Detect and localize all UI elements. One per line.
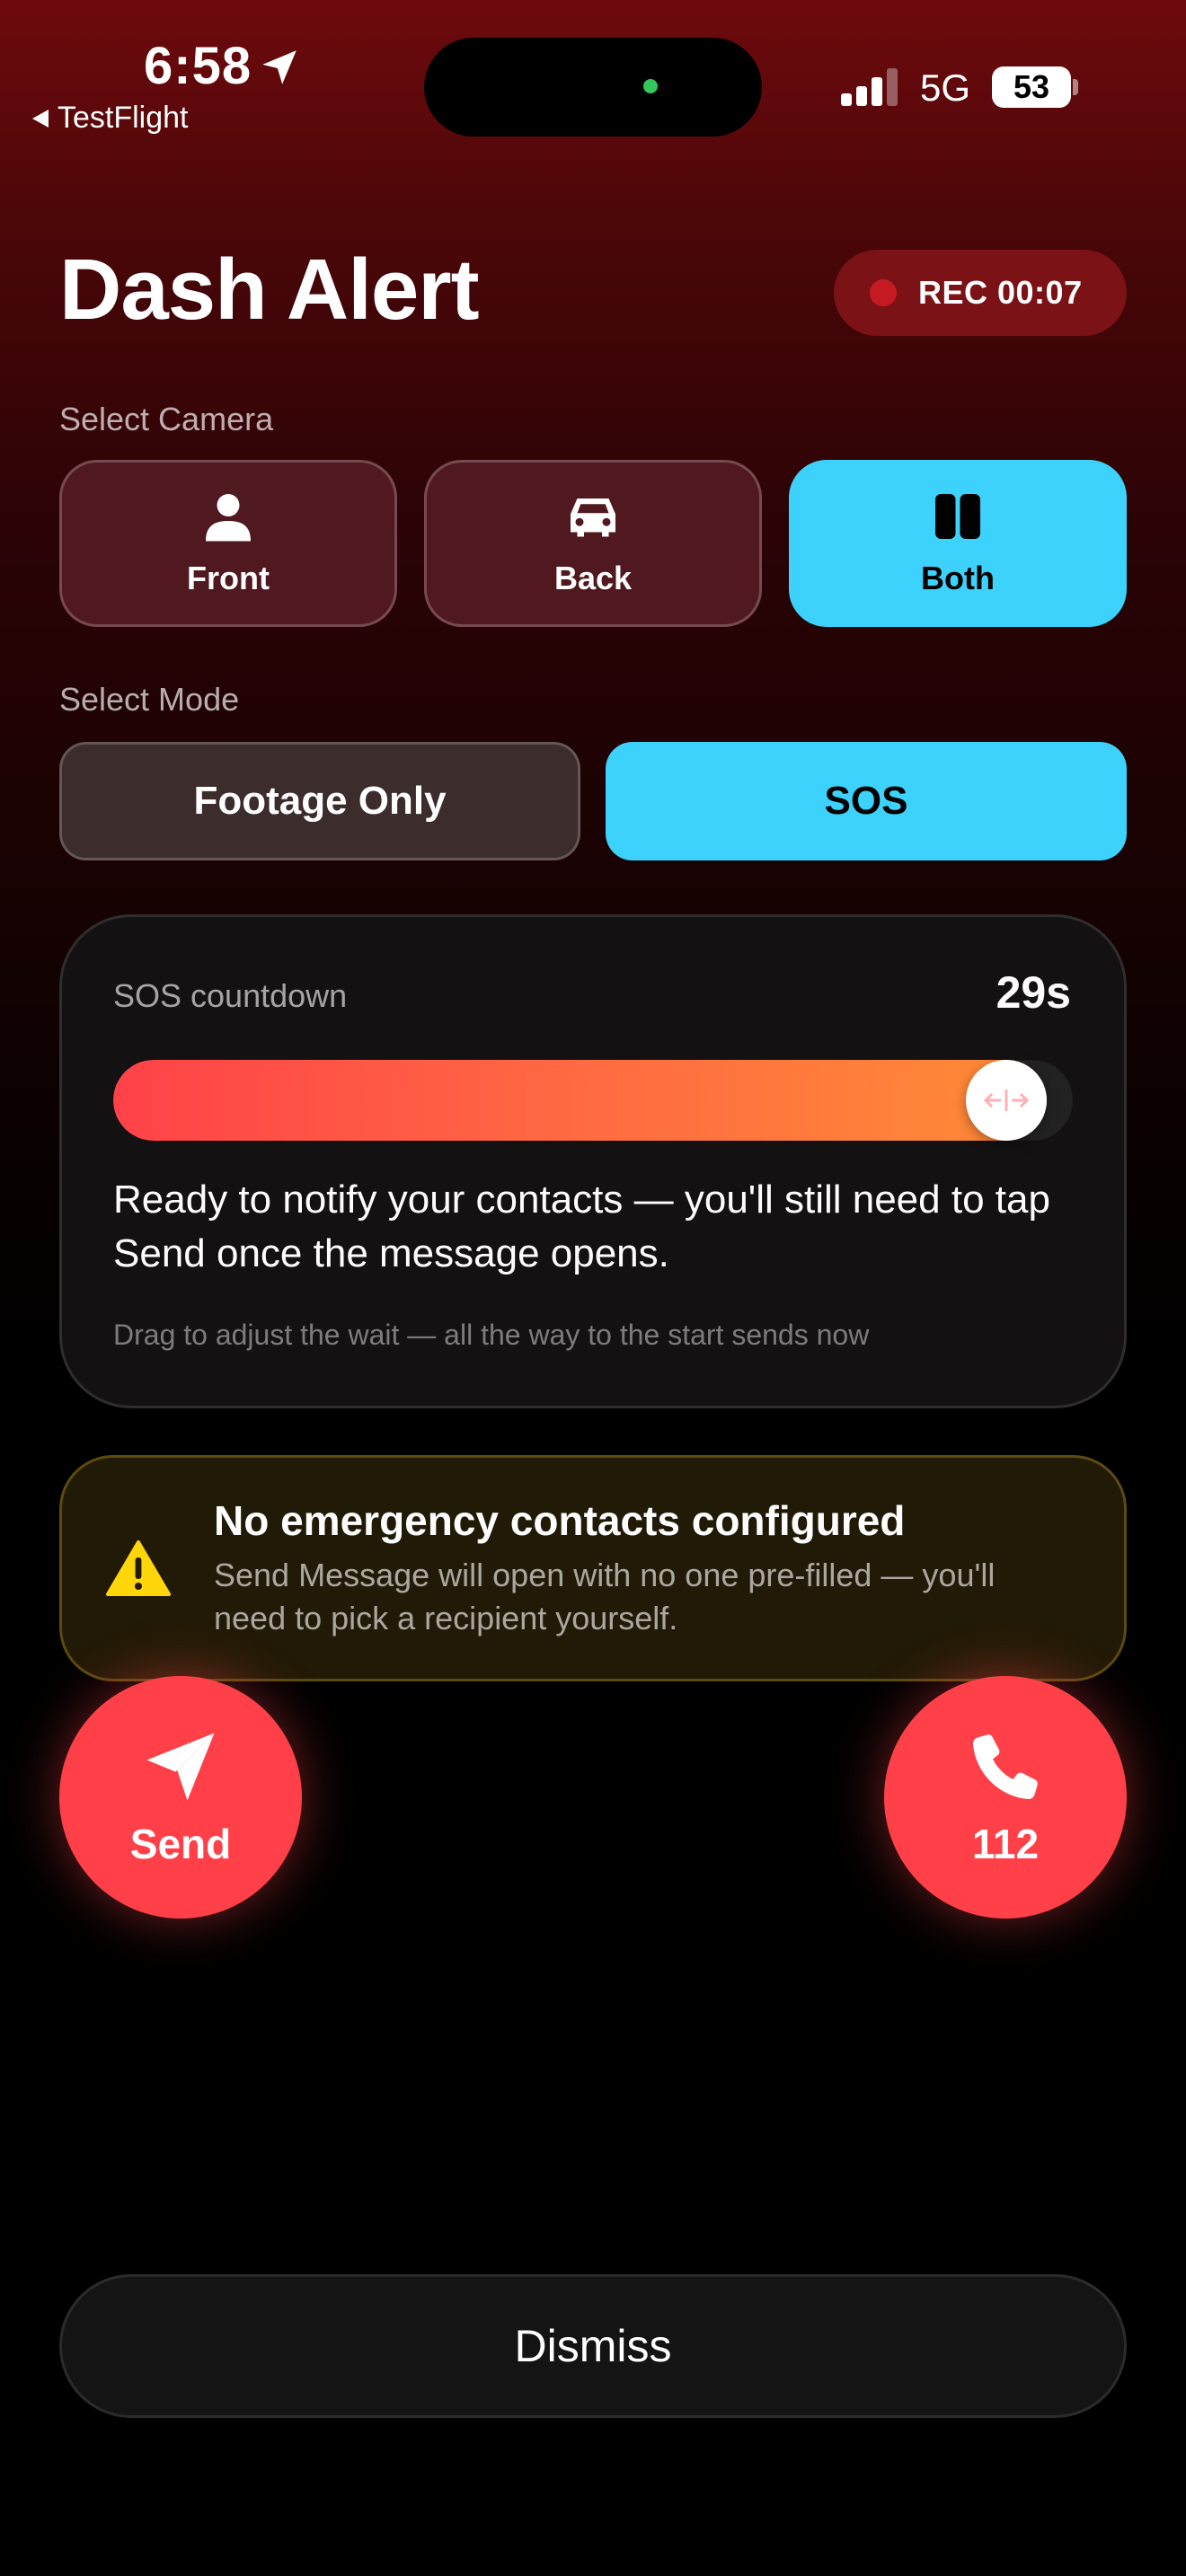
battery-tip xyxy=(1073,79,1078,95)
person-icon xyxy=(206,494,251,542)
send-label: Send xyxy=(129,1821,232,1867)
call-number-label: 112 xyxy=(971,1821,1040,1867)
network-type: 5G xyxy=(920,66,971,109)
call-emergency-button[interactable]: 112 xyxy=(884,1676,1127,1919)
recording-timer: REC 00:07 xyxy=(918,274,1083,311)
recording-indicator: REC 00:07 xyxy=(834,250,1127,336)
countdown-slider-fill xyxy=(113,1060,1047,1141)
page-title: Dash Alert xyxy=(59,242,480,338)
camera-both-label: Both xyxy=(921,560,995,596)
dismiss-button[interactable]: Dismiss xyxy=(59,2274,1127,2418)
countdown-slider-thumb[interactable] xyxy=(965,1060,1047,1141)
camera-back-button[interactable]: Back xyxy=(424,460,762,627)
countdown-slider-track[interactable] xyxy=(113,1060,1073,1141)
mode-sos-button[interactable]: SOS xyxy=(606,742,1127,860)
countdown-seconds: 29s xyxy=(996,967,1071,1018)
battery-level: 53 xyxy=(1013,68,1050,105)
back-arrow-icon xyxy=(32,109,49,128)
signal-icon xyxy=(841,68,902,106)
mode-footage-only-button[interactable]: Footage Only xyxy=(59,742,580,860)
dynamic-island xyxy=(424,38,762,137)
phone-icon xyxy=(972,1734,1038,1800)
countdown-hint: Drag to adjust the wait — all the way to… xyxy=(113,1319,870,1351)
car-icon xyxy=(571,498,615,537)
record-dot-icon xyxy=(870,279,897,306)
camera-back-label: Back xyxy=(553,560,633,596)
camera-indicator-dot xyxy=(643,79,658,93)
status-time: 6:58 xyxy=(144,37,252,95)
back-to-app-link[interactable]: TestFlight xyxy=(32,101,189,136)
location-arrow-icon xyxy=(262,50,296,84)
drag-handle-icon xyxy=(983,1090,1029,1111)
back-app-label: TestFlight xyxy=(58,101,189,135)
send-paperplane-icon xyxy=(146,1733,215,1801)
warning-triangle-icon xyxy=(106,1540,171,1596)
camera-section-label: Select Camera xyxy=(59,401,274,437)
camera-both-button[interactable]: Both xyxy=(789,460,1127,627)
mode-section-label: Select Mode xyxy=(59,681,240,718)
countdown-label: SOS countdown xyxy=(113,977,348,1014)
warning-body: Send Message will open with no one pre-f… xyxy=(214,1557,996,1636)
battery-icon: 53 xyxy=(992,66,1071,108)
warning-title: No emergency contacts configured xyxy=(214,1497,906,1544)
camera-front-label: Front xyxy=(187,560,270,596)
camera-front-button[interactable]: Front xyxy=(59,460,397,627)
split-view-icon xyxy=(935,494,980,539)
countdown-message: Ready to notify your contacts — you'll s… xyxy=(113,1178,1050,1275)
send-message-button[interactable]: Send xyxy=(59,1676,302,1919)
